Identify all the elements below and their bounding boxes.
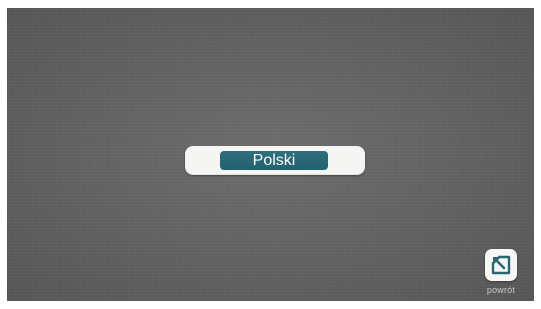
app-screen: Polski powrót [7, 8, 534, 301]
back-arrow-icon [491, 255, 511, 275]
back-label: powrót [486, 285, 516, 295]
language-selector: Polski [185, 146, 365, 175]
language-button-polski[interactable]: Polski [220, 151, 328, 170]
back-button[interactable] [485, 249, 517, 281]
